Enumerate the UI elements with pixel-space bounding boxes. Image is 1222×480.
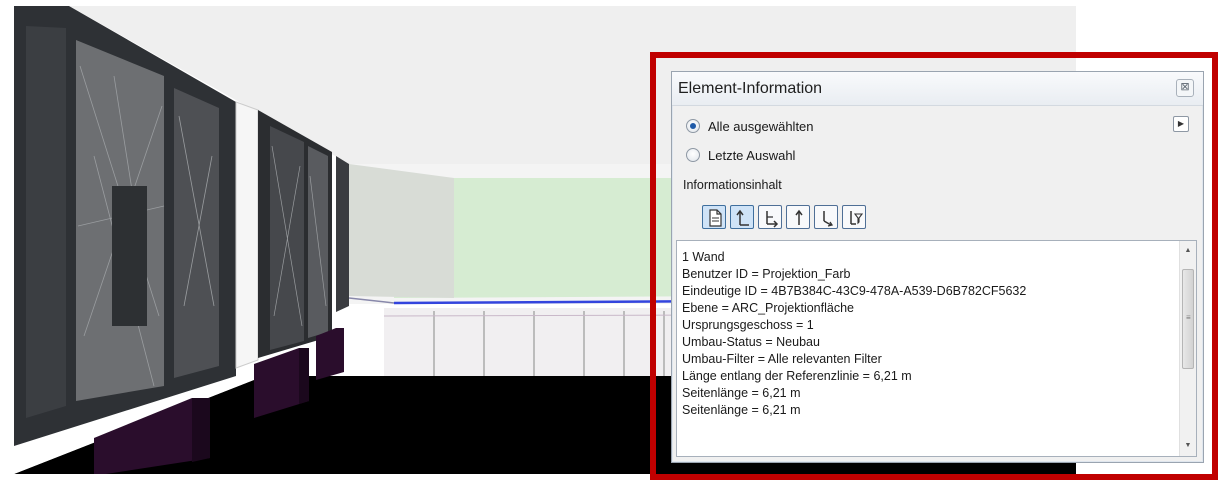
vertical-scrollbar[interactable]: ▲ ≡ ▼ <box>1179 241 1196 456</box>
info-line: Seitenlänge = 6,21 m <box>682 403 801 417</box>
projection-surface-side <box>349 164 454 298</box>
radio-unchecked-icon[interactable] <box>686 148 700 162</box>
parent-icon[interactable] <box>730 205 754 229</box>
scroll-up-icon[interactable]: ▲ <box>1180 243 1196 259</box>
info-line: Ursprungsgeschoss = 1 <box>682 318 814 332</box>
document-icon[interactable] <box>702 205 726 229</box>
info-content-toolbar <box>702 205 866 229</box>
panel-header: Element-Information ⊠ <box>672 72 1203 106</box>
info-line: Eindeutige ID = 4B7B384C-43C9-478A-A539-… <box>682 284 1027 298</box>
info-line: Umbau-Status = Neubau <box>682 335 820 349</box>
children-icon[interactable] <box>758 205 782 229</box>
scroll-down-icon[interactable]: ▼ <box>1180 438 1196 454</box>
info-content-heading: Informationsinhalt <box>683 178 782 192</box>
radio-all-selected[interactable]: Alle ausgewählten <box>686 116 814 136</box>
filter-tree-icon[interactable] <box>842 205 866 229</box>
up-arrow-icon[interactable] <box>786 205 810 229</box>
info-line: Benutzer ID = Projektion_Farb <box>682 267 851 281</box>
radio-checked-icon[interactable] <box>686 119 700 133</box>
info-content-list[interactable]: 1 Wand Benutzer ID = Projektion_Farb Ein… <box>676 240 1197 457</box>
element-information-panel: Element-Information ⊠ Alle ausgewählten … <box>671 71 1204 463</box>
radio-last-selection[interactable]: Letzte Auswahl <box>686 145 795 165</box>
info-line: 1 Wand <box>682 250 725 264</box>
scroll-thumb[interactable]: ≡ <box>1182 269 1194 369</box>
play-icon[interactable]: ▶ <box>1173 116 1189 132</box>
info-line: Seitenlänge = 6,21 m <box>682 386 801 400</box>
close-icon[interactable]: ⊠ <box>1176 79 1194 97</box>
panel-title: Element-Information <box>678 80 823 97</box>
down-arrow-icon[interactable] <box>814 205 838 229</box>
info-line: Länge entlang der Referenzlinie = 6,21 m <box>682 369 912 383</box>
grip-icon: ≡ <box>1186 313 1191 322</box>
info-line: Umbau-Filter = Alle relevanten Filter <box>682 352 882 366</box>
radio-label: Alle ausgewählten <box>708 118 814 134</box>
radio-label: Letzte Auswahl <box>708 147 796 163</box>
info-line: Ebene = ARC_Projektionfläche <box>682 301 854 315</box>
